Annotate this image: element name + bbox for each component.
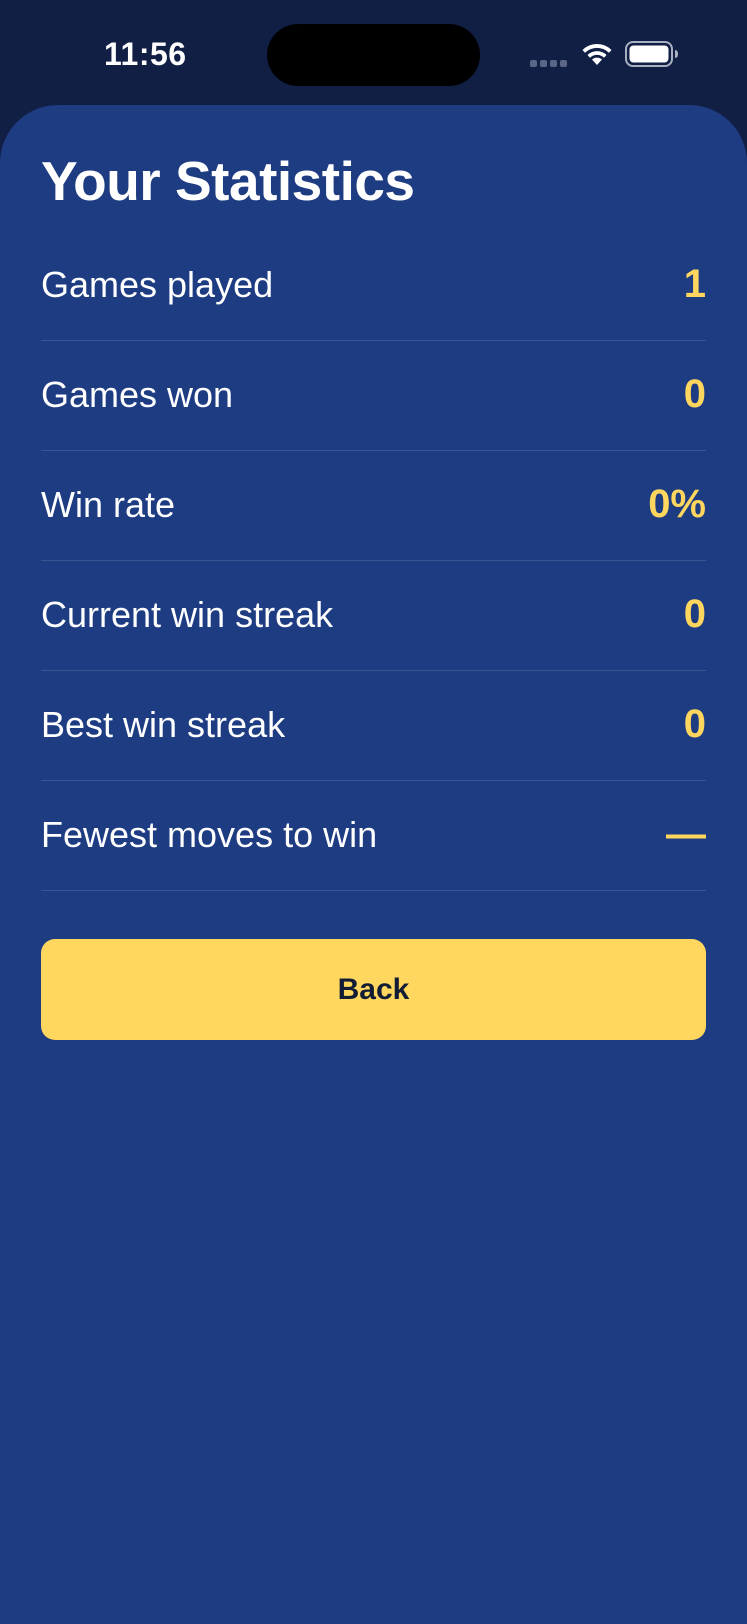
stat-row-best-win-streak: Best win streak 0: [41, 671, 706, 781]
stat-value: 0: [683, 372, 706, 416]
stat-row-current-win-streak: Current win streak 0: [41, 561, 706, 671]
battery-icon: [625, 41, 678, 67]
stat-label: Current win streak: [41, 594, 334, 635]
stats-list: Games played 1 Games won 0 Win rate 0% C…: [41, 231, 706, 891]
stat-label: Fewest moves to win: [41, 814, 378, 855]
stat-value: 0: [683, 592, 706, 636]
back-button[interactable]: Back: [41, 939, 706, 1040]
dynamic-island: [267, 24, 480, 86]
stat-value: 0: [683, 702, 706, 746]
wifi-icon: [582, 43, 612, 65]
stat-value: 1: [683, 262, 706, 306]
stat-value: 0%: [648, 482, 706, 526]
statistics-screen: 11:56 Your Statistics Games played 1 Gam…: [0, 0, 747, 1624]
statistics-sheet: Your Statistics Games played 1 Games won…: [0, 105, 747, 1624]
cellular-signal-icon: [530, 59, 568, 67]
stat-row-fewest-moves: Fewest moves to win —: [41, 781, 706, 891]
stat-label: Games played: [41, 264, 274, 305]
stat-value: —: [666, 812, 706, 856]
stat-row-games-won: Games won 0: [41, 341, 706, 451]
stat-row-win-rate: Win rate 0%: [41, 451, 706, 561]
status-time: 11:56: [104, 36, 187, 72]
stat-label: Win rate: [41, 484, 176, 525]
stat-label: Games won: [41, 374, 234, 415]
status-bar: 11:56: [0, 0, 747, 105]
stat-label: Best win streak: [41, 704, 286, 745]
page-title: Your Statistics: [41, 150, 415, 212]
stat-row-games-played: Games played 1: [41, 231, 706, 341]
